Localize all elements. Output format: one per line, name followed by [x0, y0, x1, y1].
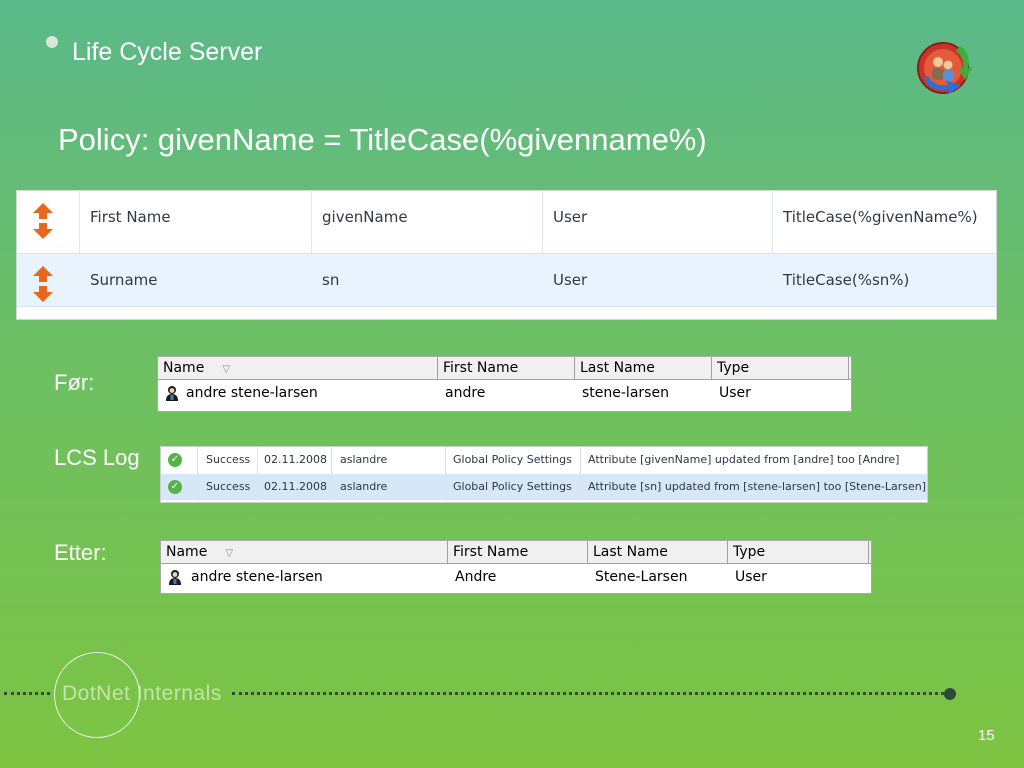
check-icon: ✓: [168, 480, 182, 494]
log-message: Attribute [sn] updated from [stene-larse…: [588, 480, 927, 493]
list-header: Name ▽ First Name Last Name Type: [161, 541, 871, 564]
policy-grid: First Name givenName User TitleCase(%giv…: [16, 190, 997, 320]
log-user: aslandre: [340, 453, 388, 466]
sort-triangle-icon: ▽: [225, 548, 234, 559]
up-down-arrows-icon[interactable]: [32, 203, 54, 239]
before-list: Name ▽ First Name Last Name Type andre st…: [157, 356, 852, 412]
list-item[interactable]: andre stene-larsen Andre Stene-Larsen Us…: [161, 565, 871, 589]
log-source: Global Policy Settings: [453, 480, 572, 493]
footer-dotted-line-right: [232, 692, 944, 695]
user-first-name: andre: [445, 385, 486, 401]
user-name: andre stene-larsen: [191, 569, 323, 585]
column-header-type[interactable]: Type: [728, 541, 869, 563]
user-name: andre stene-larsen: [186, 385, 318, 401]
column-header-type[interactable]: Type: [712, 357, 849, 379]
log-source: Global Policy Settings: [453, 453, 572, 466]
policy-rule: TitleCase(%sn%): [783, 271, 910, 289]
column-header-last-name[interactable]: Last Name: [575, 357, 712, 379]
user-type: User: [719, 385, 751, 401]
log-status: Success: [206, 453, 251, 466]
log-row[interactable]: ✓ Success 02.11.2008 aslandre Global Pol…: [161, 447, 927, 473]
check-icon: ✓: [168, 453, 182, 467]
bullet-dot: [46, 36, 58, 48]
column-header-name[interactable]: Name ▽: [161, 541, 448, 563]
up-down-arrows-icon[interactable]: [32, 266, 54, 302]
footer-dotted-line-left: [4, 692, 50, 695]
sort-triangle-icon: ▽: [222, 364, 231, 375]
policy-label: Surname: [90, 271, 158, 289]
list-header: Name ▽ First Name Last Name Type: [158, 357, 851, 380]
user-last-name: stene-larsen: [582, 385, 669, 401]
log-date: 02.11.2008: [264, 453, 327, 466]
life-cycle-server-logo-icon: [917, 42, 973, 95]
after-label: Etter:: [54, 540, 107, 565]
column-header-first-name[interactable]: First Name: [438, 357, 575, 379]
policy-object: User: [553, 271, 588, 289]
log-row[interactable]: ✓ Success 02.11.2008 aslandre Global Pol…: [161, 474, 927, 500]
policy-row[interactable]: First Name givenName User TitleCase(%giv…: [17, 191, 996, 253]
log-user: aslandre: [340, 480, 388, 493]
footer-end-dot: [944, 688, 956, 700]
log-label: LCS Log: [54, 445, 140, 470]
column-header-last-name[interactable]: Last Name: [588, 541, 728, 563]
log-message: Attribute [givenName] updated from [andr…: [588, 453, 900, 466]
footer-logo: DotNet Internals: [62, 682, 222, 705]
column-header-first-name[interactable]: First Name: [448, 541, 588, 563]
policy-attribute: sn: [322, 271, 340, 289]
user-last-name: Stene-Larsen: [595, 569, 688, 585]
log-date: 02.11.2008: [264, 480, 327, 493]
policy-attribute: givenName: [322, 208, 408, 226]
policy-object: User: [553, 208, 588, 226]
before-label: Før:: [54, 370, 95, 395]
policy-label: First Name: [90, 208, 171, 226]
user-first-name: Andre: [455, 569, 497, 585]
policy-rule: TitleCase(%givenName%): [783, 208, 978, 226]
slide-title: Life Cycle Server: [72, 38, 263, 66]
policy-row[interactable]: Surname sn User TitleCase(%sn%): [17, 253, 996, 307]
policy-heading: Policy: givenName = TitleCase(%givenname…: [58, 122, 707, 157]
column-header-name[interactable]: Name ▽: [158, 357, 438, 379]
log-status: Success: [206, 480, 251, 493]
user-icon: [169, 570, 181, 585]
user-icon: [166, 386, 178, 401]
user-type: User: [735, 569, 767, 585]
lcs-log: ✓ Success 02.11.2008 aslandre Global Pol…: [160, 446, 928, 503]
list-item[interactable]: andre stene-larsen andre stene-larsen Us…: [158, 381, 851, 405]
after-list: Name ▽ First Name Last Name Type andre st…: [160, 540, 872, 594]
page-number: 15: [978, 727, 995, 744]
